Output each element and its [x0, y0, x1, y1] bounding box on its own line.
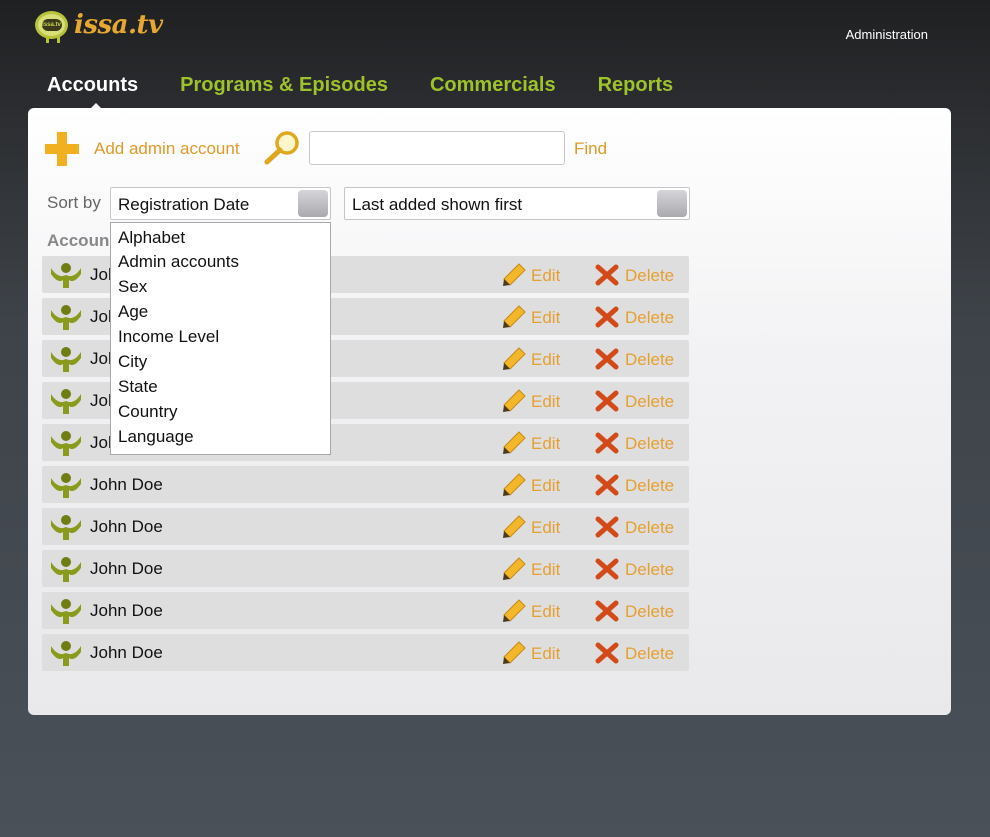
edit-button[interactable]: Edit	[531, 392, 560, 412]
pencil-icon[interactable]	[502, 305, 526, 329]
delete-x-icon[interactable]	[595, 558, 619, 580]
pencil-icon[interactable]	[502, 641, 526, 665]
pencil-icon[interactable]	[502, 263, 526, 287]
user-icon	[50, 388, 82, 414]
user-icon	[50, 514, 82, 540]
account-row: John Doe Edit Delete	[42, 466, 689, 503]
find-button[interactable]: Find	[574, 139, 607, 159]
dropdown-option[interactable]: Admin accounts	[118, 252, 239, 272]
delete-x-icon[interactable]	[595, 348, 619, 370]
user-icon	[50, 598, 82, 624]
account-row: John Doe Edit Delete	[42, 550, 689, 587]
main-nav: Accounts Programs & Episodes Commercials…	[47, 74, 715, 110]
edit-button[interactable]: Edit	[531, 434, 560, 454]
user-icon	[50, 430, 82, 456]
dropdown-option[interactable]: Sex	[118, 277, 147, 297]
account-name[interactable]: John Doe	[90, 517, 163, 537]
edit-button[interactable]: Edit	[531, 266, 560, 286]
delete-button[interactable]: Delete	[625, 434, 674, 454]
administration-link[interactable]: Administration	[846, 27, 928, 42]
user-icon	[50, 556, 82, 582]
delete-button[interactable]: Delete	[625, 518, 674, 538]
delete-button[interactable]: Delete	[625, 560, 674, 580]
edit-button[interactable]: Edit	[531, 602, 560, 622]
dropdown-option[interactable]: Country	[118, 402, 178, 422]
sort-order-select[interactable]: Last added shown first	[344, 187, 690, 220]
delete-x-icon[interactable]	[595, 306, 619, 328]
user-icon	[50, 262, 82, 288]
account-name[interactable]: John Doe	[90, 559, 163, 579]
tab-reports[interactable]: Reports	[598, 74, 674, 97]
tab-accounts[interactable]: Accounts	[47, 74, 138, 110]
delete-button[interactable]: Delete	[625, 644, 674, 664]
pencil-icon[interactable]	[502, 557, 526, 581]
tab-commercials[interactable]: Commercials	[430, 74, 556, 97]
edit-button[interactable]: Edit	[531, 560, 560, 580]
search-input[interactable]	[309, 131, 565, 165]
user-icon	[50, 640, 82, 666]
account-row: John Doe Edit Delete	[42, 508, 689, 545]
dropdown-option[interactable]: Income Level	[118, 327, 219, 347]
user-icon	[50, 346, 82, 372]
account-name[interactable]: John Doe	[90, 643, 163, 663]
delete-x-icon[interactable]	[595, 264, 619, 286]
logo[interactable]: issa.tv issa.tv	[35, 10, 163, 43]
sort-by-label: Sort by	[47, 193, 101, 212]
dropdown-option[interactable]: Age	[118, 302, 148, 322]
edit-button[interactable]: Edit	[531, 308, 560, 328]
account-name[interactable]: John Doe	[90, 601, 163, 621]
pencil-icon[interactable]	[502, 473, 526, 497]
logo-badge-text: issa.tv	[41, 19, 62, 31]
tab-programs-episodes[interactable]: Programs & Episodes	[180, 74, 388, 97]
accounts-heading: Accoun	[47, 231, 110, 250]
user-icon	[50, 472, 82, 498]
dropdown-option[interactable]: State	[118, 377, 158, 397]
pencil-icon[interactable]	[502, 431, 526, 455]
delete-x-icon[interactable]	[595, 432, 619, 454]
delete-x-icon[interactable]	[595, 600, 619, 622]
magnifier-icon[interactable]	[263, 130, 301, 166]
delete-button[interactable]: Delete	[625, 392, 674, 412]
dropdown-option[interactable]: City	[118, 352, 147, 372]
pencil-icon[interactable]	[502, 347, 526, 371]
delete-x-icon[interactable]	[595, 516, 619, 538]
pencil-icon[interactable]	[502, 389, 526, 413]
delete-x-icon[interactable]	[595, 390, 619, 412]
sort-field-dropdown: Alphabet Admin accounts Sex Age Income L…	[110, 222, 331, 455]
sort-field-value: Registration Date	[118, 195, 250, 214]
account-name[interactable]: John Doe	[90, 475, 163, 495]
toolbar: Add admin account Find	[45, 130, 645, 166]
dropdown-option[interactable]: Alphabet	[118, 228, 185, 248]
delete-button[interactable]: Delete	[625, 350, 674, 370]
delete-button[interactable]: Delete	[625, 602, 674, 622]
sort-order-value: Last added shown first	[352, 195, 523, 214]
sort-field-select[interactable]: Registration Date	[110, 187, 331, 220]
dropdown-arrow-button[interactable]	[298, 190, 328, 217]
delete-button[interactable]: Delete	[625, 476, 674, 496]
dropdown-arrow-button[interactable]	[657, 190, 687, 217]
edit-button[interactable]: Edit	[531, 518, 560, 538]
dropdown-option[interactable]: Language	[118, 427, 194, 447]
plus-icon[interactable]	[45, 132, 79, 166]
account-row: John Doe Edit Delete	[42, 592, 689, 629]
delete-x-icon[interactable]	[595, 474, 619, 496]
logo-tv-icon: issa.tv	[35, 11, 68, 43]
pencil-icon[interactable]	[502, 599, 526, 623]
delete-button[interactable]: Delete	[625, 308, 674, 328]
user-icon	[50, 304, 82, 330]
pencil-icon[interactable]	[502, 515, 526, 539]
edit-button[interactable]: Edit	[531, 350, 560, 370]
account-row: John Doe Edit Delete	[42, 634, 689, 671]
add-admin-account-button[interactable]: Add admin account	[94, 139, 240, 159]
edit-button[interactable]: Edit	[531, 644, 560, 664]
logo-text: issa.tv	[74, 10, 163, 40]
delete-button[interactable]: Delete	[625, 266, 674, 286]
edit-button[interactable]: Edit	[531, 476, 560, 496]
delete-x-icon[interactable]	[595, 642, 619, 664]
